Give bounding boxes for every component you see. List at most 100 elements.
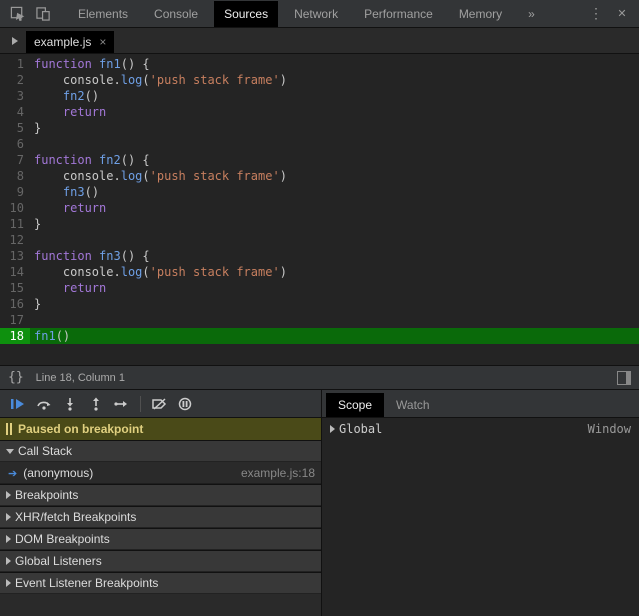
debug-toolbar xyxy=(0,390,321,418)
section-label: Call Stack xyxy=(18,444,72,458)
frame-name: (anonymous) xyxy=(23,466,93,480)
chevron-down-icon xyxy=(6,449,14,454)
line-number[interactable]: 8 xyxy=(0,168,30,184)
section-event-listener-breakpoints[interactable]: Event Listener Breakpoints xyxy=(0,572,321,594)
panel-tabs: Elements Console Sources Network Perform… xyxy=(68,1,581,27)
more-tabs-button[interactable]: » xyxy=(518,1,545,27)
line-number[interactable]: 3 xyxy=(0,88,30,104)
call-stack-frame[interactable]: ➔ (anonymous) example.js:18 xyxy=(0,462,321,484)
tab-elements[interactable]: Elements xyxy=(68,1,138,27)
file-tab-example[interactable]: example.js × xyxy=(26,31,114,53)
code-line xyxy=(30,136,639,152)
line-number[interactable]: 9 xyxy=(0,184,30,200)
code-line: fn2() xyxy=(30,88,639,104)
scope-tabs: Scope Watch xyxy=(322,390,639,418)
editor-status-bar: {} Line 18, Column 1 xyxy=(0,366,639,390)
section-call-stack[interactable]: Call Stack xyxy=(0,440,321,462)
section-breakpoints[interactable]: Breakpoints xyxy=(0,484,321,506)
line-number[interactable]: 4 xyxy=(0,104,30,120)
step-into-icon[interactable] xyxy=(58,392,82,416)
step-icon[interactable] xyxy=(110,392,134,416)
section-global-listeners[interactable]: Global Listeners xyxy=(0,550,321,572)
tab-network[interactable]: Network xyxy=(284,1,348,27)
code-line: console.log('push stack frame') xyxy=(30,72,639,88)
devtools-toolbar: Elements Console Sources Network Perform… xyxy=(0,0,639,28)
line-number[interactable]: 7 xyxy=(0,152,30,168)
pause-on-exceptions-icon[interactable] xyxy=(173,392,197,416)
code-editor[interactable]: 123456789101112131415161718 function fn1… xyxy=(0,54,639,366)
pretty-print-icon[interactable]: {} xyxy=(8,370,24,385)
code-line: fn3() xyxy=(30,184,639,200)
line-number[interactable]: 18 xyxy=(0,328,30,344)
tab-watch[interactable]: Watch xyxy=(384,393,442,417)
debugger-pane: Paused on breakpoint Call Stack ➔ (anonym… xyxy=(0,390,639,616)
line-gutter: 123456789101112131415161718 xyxy=(0,54,30,365)
cursor-position: Line 18, Column 1 xyxy=(36,372,125,384)
current-frame-marker-icon: ➔ xyxy=(8,468,17,480)
code-line: console.log('push stack frame') xyxy=(30,264,639,280)
tab-scope[interactable]: Scope xyxy=(326,393,384,417)
tab-performance[interactable]: Performance xyxy=(354,1,443,27)
code-line: function fn1() { xyxy=(30,56,639,72)
scope-body: Global Window xyxy=(322,418,639,440)
code-line: } xyxy=(30,216,639,232)
line-number[interactable]: 2 xyxy=(0,72,30,88)
code-line: return xyxy=(30,280,639,296)
section-xhr-breakpoints[interactable]: XHR/fetch Breakpoints xyxy=(0,506,321,528)
code-line: console.log('push stack frame') xyxy=(30,168,639,184)
step-over-icon[interactable] xyxy=(32,392,56,416)
line-number[interactable]: 17 xyxy=(0,312,30,328)
kebab-menu-icon[interactable]: ⋮ xyxy=(585,3,607,25)
paused-text: Paused on breakpoint xyxy=(18,422,143,436)
code-line: } xyxy=(30,120,639,136)
section-label: Breakpoints xyxy=(15,488,78,502)
line-number[interactable]: 1 xyxy=(0,56,30,72)
line-number[interactable]: 15 xyxy=(0,280,30,296)
step-out-icon[interactable] xyxy=(84,392,108,416)
close-file-icon[interactable]: × xyxy=(99,35,106,49)
tab-console[interactable]: Console xyxy=(144,1,208,27)
chevron-right-icon xyxy=(6,491,11,499)
frame-location: example.js:18 xyxy=(241,466,315,480)
line-number[interactable]: 6 xyxy=(0,136,30,152)
chevron-right-icon xyxy=(6,513,11,521)
line-number[interactable]: 5 xyxy=(0,120,30,136)
code-line xyxy=(30,232,639,248)
resume-icon[interactable] xyxy=(6,392,30,416)
section-label: Global Listeners xyxy=(15,554,102,568)
section-label: DOM Breakpoints xyxy=(15,532,110,546)
line-number[interactable]: 13 xyxy=(0,248,30,264)
scope-value: Window xyxy=(588,422,631,436)
show-navigator-icon[interactable] xyxy=(4,29,26,53)
line-number[interactable]: 10 xyxy=(0,200,30,216)
deactivate-breakpoints-icon[interactable] xyxy=(147,392,171,416)
close-devtools-icon[interactable]: ✕ xyxy=(611,3,633,25)
toolbar-separator xyxy=(140,396,141,412)
code-lines: function fn1() { console.log('push stack… xyxy=(30,54,639,365)
tab-memory[interactable]: Memory xyxy=(449,1,512,27)
code-line: fn1() xyxy=(30,328,639,344)
section-dom-breakpoints[interactable]: DOM Breakpoints xyxy=(0,528,321,550)
chevron-right-icon xyxy=(6,579,11,587)
chevron-right-icon xyxy=(330,425,335,433)
scope-row-global[interactable]: Global Window xyxy=(330,422,631,436)
debugger-left-pane: Paused on breakpoint Call Stack ➔ (anonym… xyxy=(0,390,322,616)
debugger-right-pane: Scope Watch Global Window xyxy=(322,390,639,616)
line-number[interactable]: 16 xyxy=(0,296,30,312)
code-line: return xyxy=(30,104,639,120)
line-number[interactable]: 12 xyxy=(0,232,30,248)
section-label: XHR/fetch Breakpoints xyxy=(15,510,136,524)
paused-banner: Paused on breakpoint xyxy=(0,418,321,440)
scope-label: Global xyxy=(339,422,382,436)
tab-sources[interactable]: Sources xyxy=(214,1,278,27)
line-number[interactable]: 14 xyxy=(0,264,30,280)
device-toolbar-icon[interactable] xyxy=(32,3,54,25)
chevron-right-icon xyxy=(6,535,11,543)
line-number[interactable]: 11 xyxy=(0,216,30,232)
code-line: } xyxy=(30,296,639,312)
section-label: Event Listener Breakpoints xyxy=(15,576,158,590)
file-tab-label: example.js xyxy=(34,35,91,49)
code-line: return xyxy=(30,200,639,216)
toggle-sidebar-icon[interactable] xyxy=(617,371,631,385)
inspect-element-icon[interactable] xyxy=(6,3,28,25)
